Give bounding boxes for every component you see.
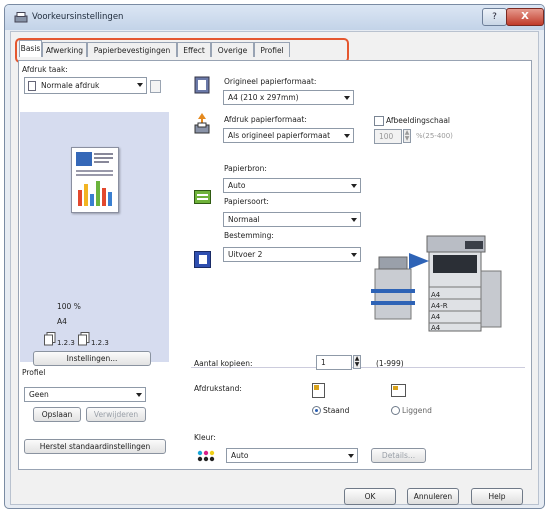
chevron-down-icon [137, 83, 143, 87]
destination-select[interactable]: Uitvoer 2 [223, 247, 361, 262]
paper-type-select[interactable]: Normaal [223, 212, 361, 227]
color-label: Kleur: [194, 433, 216, 442]
printer-icon [14, 12, 28, 23]
copies-label: Aantal kopieen: [194, 359, 253, 368]
cancel-button[interactable]: Annuleren [407, 488, 459, 505]
dialog-client: Basis Afwerking Papierbevestigingen Effe… [10, 31, 539, 505]
destination-label: Bestemming: [224, 231, 274, 240]
page-preview-thumbnail [71, 147, 119, 213]
color-select[interactable]: Auto [226, 448, 358, 463]
orig-paper-select[interactable]: A4 (210 x 297mm) [223, 90, 354, 105]
details-button[interactable]: Details... [371, 448, 426, 463]
image-scale-input[interactable]: 100 [374, 129, 402, 144]
dialog-window: Voorkeursinstellingen ? X Basis Afwerkin… [4, 4, 545, 509]
print-paper-icon [194, 113, 210, 134]
chevron-down-icon [348, 454, 354, 458]
copies-range: (1-999) [376, 359, 404, 368]
close-button[interactable]: X [506, 8, 544, 26]
profile-value: Geen [29, 390, 49, 399]
ok-button[interactable]: OK [344, 488, 396, 505]
paper-tray-icon [194, 190, 211, 204]
portrait-label: Staand [323, 406, 350, 415]
chevron-down-icon [344, 96, 350, 100]
tray-label-2: A4-R [431, 302, 448, 310]
preview-paper-size: A4 [57, 317, 67, 326]
portrait-icon [312, 383, 325, 398]
chevron-down-icon [351, 218, 357, 222]
copies-spinner[interactable]: ▲ ▼ [353, 355, 361, 369]
chevron-down-icon [351, 184, 357, 188]
image-scale-spinner[interactable]: ▲ ▼ [403, 129, 411, 143]
restore-defaults-button[interactable]: Herstel standaardinstellingen [24, 439, 166, 454]
orientation-label: Afdrukstand: [194, 384, 242, 393]
profile-select[interactable]: Geen [24, 387, 146, 402]
tray-label-3: A4 [431, 313, 441, 321]
task-option-button[interactable] [150, 80, 161, 93]
delete-profile-button[interactable]: Verwijderen [86, 407, 146, 422]
print-task-value: Normale afdruk [41, 81, 100, 90]
collate-icon [44, 332, 56, 346]
help-title-button[interactable]: ? [482, 8, 507, 26]
print-paper-select[interactable]: Als origineel papierformaat [223, 128, 354, 143]
print-paper-label: Afdruk papierformaat: [224, 115, 307, 124]
portrait-radio[interactable] [312, 406, 321, 415]
landscape-radio[interactable] [391, 406, 400, 415]
collate-label-1: 1.2.3 [57, 339, 75, 347]
window-title: Voorkeursinstellingen [32, 12, 124, 22]
image-scale-checkbox[interactable] [374, 116, 384, 126]
output-tray-icon [194, 251, 211, 268]
color-value: Auto [231, 451, 249, 460]
save-profile-button[interactable]: Opslaan [33, 407, 81, 422]
paper-type-label: Papiersoort: [224, 197, 269, 206]
paper-source-value: Auto [228, 181, 246, 190]
paper-type-value: Normaal [228, 215, 260, 224]
chevron-down-icon [351, 253, 357, 257]
landscape-label: Liggend [402, 406, 432, 415]
orig-paper-label: Origineel papierformaat: [224, 77, 317, 86]
print-paper-value: Als origineel papierformaat [228, 131, 331, 140]
tray-label-1: A4 [431, 291, 441, 299]
collate-icon-2 [78, 332, 90, 346]
tray-label-4: A4 [431, 324, 441, 332]
original-paper-icon [194, 76, 210, 94]
basis-panel: Afdruk taak: Normale afdruk 100 % A4 1.2… [18, 60, 532, 470]
print-preview: 100 % A4 1.2.3 1.2.3 [20, 112, 169, 362]
print-task-label: Afdruk taak: [22, 65, 68, 74]
chevron-down-icon [136, 393, 142, 397]
print-task-select[interactable]: Normale afdruk [24, 77, 147, 94]
chevron-down-icon [344, 134, 350, 138]
paper-source-label: Papierbron: [224, 164, 267, 173]
collate-label-2: 1.2.3 [91, 339, 109, 347]
color-mode-icon [197, 450, 215, 462]
image-scale-label: Afbeeldingschaal [386, 116, 450, 125]
help-button[interactable]: Help [471, 488, 523, 505]
image-scale-range: %(25-400) [416, 132, 453, 140]
preview-scale: 100 % [57, 302, 81, 311]
landscape-icon [391, 384, 406, 397]
copies-input[interactable]: 1 [316, 355, 352, 370]
document-icon [28, 81, 36, 91]
document-preview-image [76, 152, 113, 206]
destination-value: Uitvoer 2 [228, 250, 263, 259]
paper-source-select[interactable]: Auto [223, 178, 361, 193]
profile-label: Profiel [22, 368, 46, 377]
orig-paper-value: A4 (210 x 297mm) [228, 93, 299, 102]
settings-button[interactable]: Instellingen... [33, 351, 151, 366]
title-bar[interactable]: Voorkeursinstellingen ? X [5, 5, 544, 30]
